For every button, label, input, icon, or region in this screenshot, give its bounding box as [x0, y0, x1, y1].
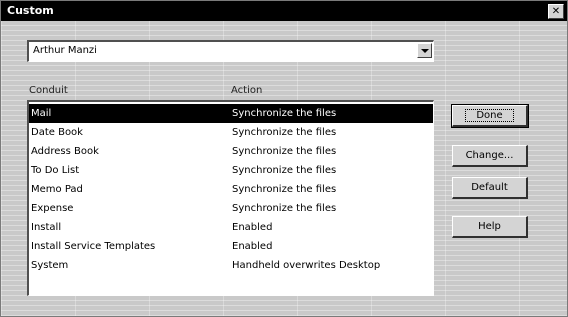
conduit-action: Synchronize the files — [232, 184, 337, 195]
list-item[interactable]: Install Enabled — [29, 218, 433, 237]
conduit-action: Handheld overwrites Desktop — [232, 260, 381, 271]
change-label: Change... — [465, 150, 514, 161]
conduit-name: Expense — [31, 203, 74, 214]
done-button[interactable]: Done — [451, 104, 529, 128]
conduit-name: Install Service Templates — [31, 241, 156, 252]
list-item[interactable]: Install Service Templates Enabled — [29, 237, 433, 256]
user-combo-value: Arthur Manzi — [33, 45, 97, 56]
list-item[interactable]: Address Book Synchronize the files — [29, 142, 433, 161]
close-button[interactable]: ✕ — [548, 4, 564, 19]
conduit-action: Synchronize the files — [232, 146, 337, 157]
column-header-conduit: Conduit — [29, 85, 68, 96]
conduit-action: Synchronize the files — [232, 108, 337, 119]
conduit-action: Synchronize the files — [232, 127, 337, 138]
list-item[interactable]: System Handheld overwrites Desktop — [29, 256, 433, 275]
list-item[interactable]: Expense Synchronize the files — [29, 199, 433, 218]
default-label: Default — [471, 182, 508, 193]
list-item[interactable]: Date Book Synchronize the files — [29, 123, 433, 142]
list-item[interactable]: To Do List Synchronize the files — [29, 161, 433, 180]
list-item[interactable]: Memo Pad Synchronize the files — [29, 180, 433, 199]
conduit-list[interactable]: Mail Synchronize the files Date Book Syn… — [27, 100, 434, 296]
window-title: Custom — [7, 4, 54, 17]
help-label: Help — [478, 221, 501, 232]
conduit-name: System — [31, 260, 69, 271]
conduit-action: Synchronize the files — [232, 203, 337, 214]
conduit-action: Enabled — [232, 222, 273, 233]
conduit-name: Date Book — [31, 127, 83, 138]
custom-dialog: Custom ✕ Arthur Manzi Conduit Action Mai… — [0, 0, 568, 317]
user-combo[interactable]: Arthur Manzi — [27, 40, 434, 62]
conduit-action: Synchronize the files — [232, 165, 337, 176]
conduit-action: Enabled — [232, 241, 273, 252]
help-button[interactable]: Help — [452, 216, 528, 238]
conduit-name: Address Book — [31, 146, 99, 157]
default-button[interactable]: Default — [452, 177, 528, 199]
list-item[interactable]: Mail Synchronize the files — [29, 104, 433, 123]
done-label: Done — [465, 109, 514, 122]
conduit-name: Install — [31, 222, 62, 233]
title-bar[interactable]: Custom ✕ — [1, 1, 567, 21]
column-header-action: Action — [231, 85, 263, 96]
conduit-name: Mail — [31, 108, 52, 119]
change-button[interactable]: Change... — [452, 145, 528, 167]
conduit-name: Memo Pad — [31, 184, 83, 195]
close-icon: ✕ — [551, 6, 561, 17]
conduit-name: To Do List — [31, 165, 80, 176]
chevron-down-icon[interactable] — [417, 43, 432, 58]
